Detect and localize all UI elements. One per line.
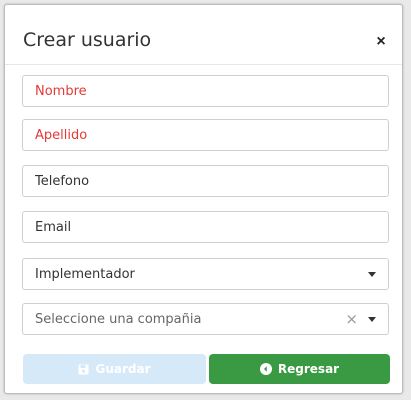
apellido-field[interactable]: Apellido — [22, 119, 389, 151]
apellido-placeholder: Apellido — [35, 127, 88, 143]
chevron-down-icon[interactable] — [368, 271, 376, 277]
nombre-placeholder: Nombre — [35, 83, 87, 99]
header-divider — [5, 64, 402, 65]
telefono-field[interactable]: Telefono — [22, 165, 389, 197]
create-user-dialog: Crear usuario × Nombre Apellido Telefono… — [4, 4, 403, 394]
back-circle-icon — [259, 363, 272, 375]
email-placeholder: Email — [35, 219, 72, 235]
email-field[interactable]: Email — [22, 211, 389, 243]
save-icon — [78, 364, 89, 375]
dialog-title: Crear usuario — [23, 29, 152, 51]
clear-icon[interactable]: × — [345, 311, 358, 327]
compania-select[interactable]: Seleccione una compañia × — [22, 303, 389, 335]
telefono-placeholder: Telefono — [35, 173, 90, 189]
back-button[interactable]: Regresar — [209, 354, 390, 384]
close-icon[interactable]: × — [374, 34, 388, 50]
chevron-down-icon[interactable] — [368, 316, 376, 322]
save-button-label: Guardar — [95, 362, 151, 376]
back-button-label: Regresar — [277, 362, 340, 376]
rol-selected-value: Implementador — [35, 266, 135, 282]
rol-select[interactable]: Implementador — [22, 258, 389, 290]
compania-placeholder: Seleccione una compañia — [35, 311, 202, 327]
save-button[interactable]: Guardar — [23, 354, 206, 384]
nombre-field[interactable]: Nombre — [22, 75, 389, 107]
